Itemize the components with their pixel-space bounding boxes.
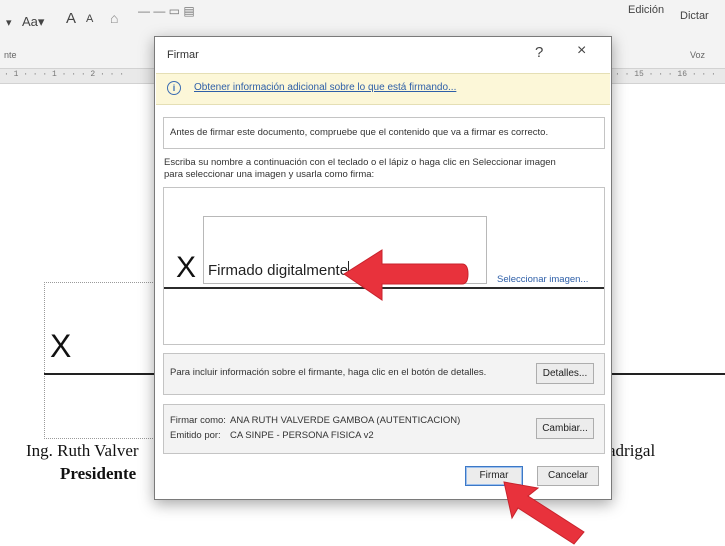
signer-role-text: Presidente (60, 464, 137, 483)
annotation-arrow-up-left-icon (503, 481, 585, 545)
info-bar: i Obtener información adicional sobre lo… (156, 73, 610, 105)
issued-by-label: Emitido por: (170, 430, 221, 441)
ruler-left-ticks: · 1 · · · 1 · · · 2 · · · (4, 70, 125, 79)
edit-button[interactable]: Edición (628, 4, 664, 16)
shrink-font-button[interactable]: A (86, 13, 93, 25)
instructions-line-1: Escriba su nombre a continuación con el … (164, 157, 556, 168)
signing-identity-box: Firmar como: ANA RUTH VALVERDE GAMBOA (AU… (163, 404, 605, 454)
details-text: Para incluir información sobre el firman… (170, 367, 487, 378)
help-button[interactable]: ? (535, 44, 543, 61)
second-signer-name-text: adrigal (608, 441, 656, 460)
close-button[interactable]: × (577, 42, 586, 60)
change-case-button[interactable]: Aa▾ (22, 14, 44, 30)
sign-as-row: Firmar como: ANA RUTH VALVERDE GAMBOA (AU… (170, 415, 460, 426)
signature-x-mark: X (176, 251, 197, 284)
signer-name-text: Ing. Ruth Valver (26, 441, 139, 460)
ruler-right-ticks: · · 15 · · · 16 · · · (615, 70, 716, 79)
document-signature-x: X (50, 328, 72, 364)
sign-as-label: Firmar como: (170, 415, 226, 426)
more-info-link[interactable]: Obtener información adicional sobre lo q… (194, 82, 456, 93)
change-button[interactable]: Cambiar... (536, 418, 594, 439)
dialog-title: Firmar (167, 49, 199, 61)
voice-group-label: Voz (690, 50, 706, 60)
dictate-button[interactable]: Dictar (680, 10, 709, 22)
instructions-text: Escriba su nombre a continuación con el … (164, 157, 604, 181)
issued-by-row: Emitido por: CA SINPE - PERSONA FISICA v2 (170, 430, 374, 441)
clear-format-icon[interactable]: ⌂ (110, 10, 118, 26)
verify-content-notice: Antes de firmar este documento, comprueb… (163, 117, 605, 149)
sign-as-value: ANA RUTH VALVERDE GAMBOA (AUTENTICACION) (230, 415, 461, 426)
paragraph-group-label: nte (4, 50, 17, 60)
select-image-link[interactable]: Seleccionar imagen... (497, 274, 588, 285)
align-icons[interactable]: — — ▭ ▤ (138, 4, 195, 18)
notice-text: Antes de firmar este documento, comprueb… (170, 127, 549, 138)
grow-font-button[interactable]: A (66, 10, 76, 27)
annotation-arrow-left-icon (343, 249, 469, 301)
ribbon-row: ▾ Aa▾ A A ⌂ — — ▭ ▤ Edición Dictar (0, 4, 725, 34)
details-button[interactable]: Detalles... (536, 363, 594, 384)
info-icon: i (167, 81, 181, 95)
signature-input-value: Firmado digitalmente (208, 262, 349, 279)
signer-details-box: Para incluir información sobre el firman… (163, 353, 605, 395)
issued-by-value: CA SINPE - PERSONA FISICA v2 (230, 430, 374, 441)
font-color-icon[interactable]: ▾ (6, 16, 12, 29)
instructions-line-2: para seleccionar una imagen y usarla com… (164, 169, 375, 180)
